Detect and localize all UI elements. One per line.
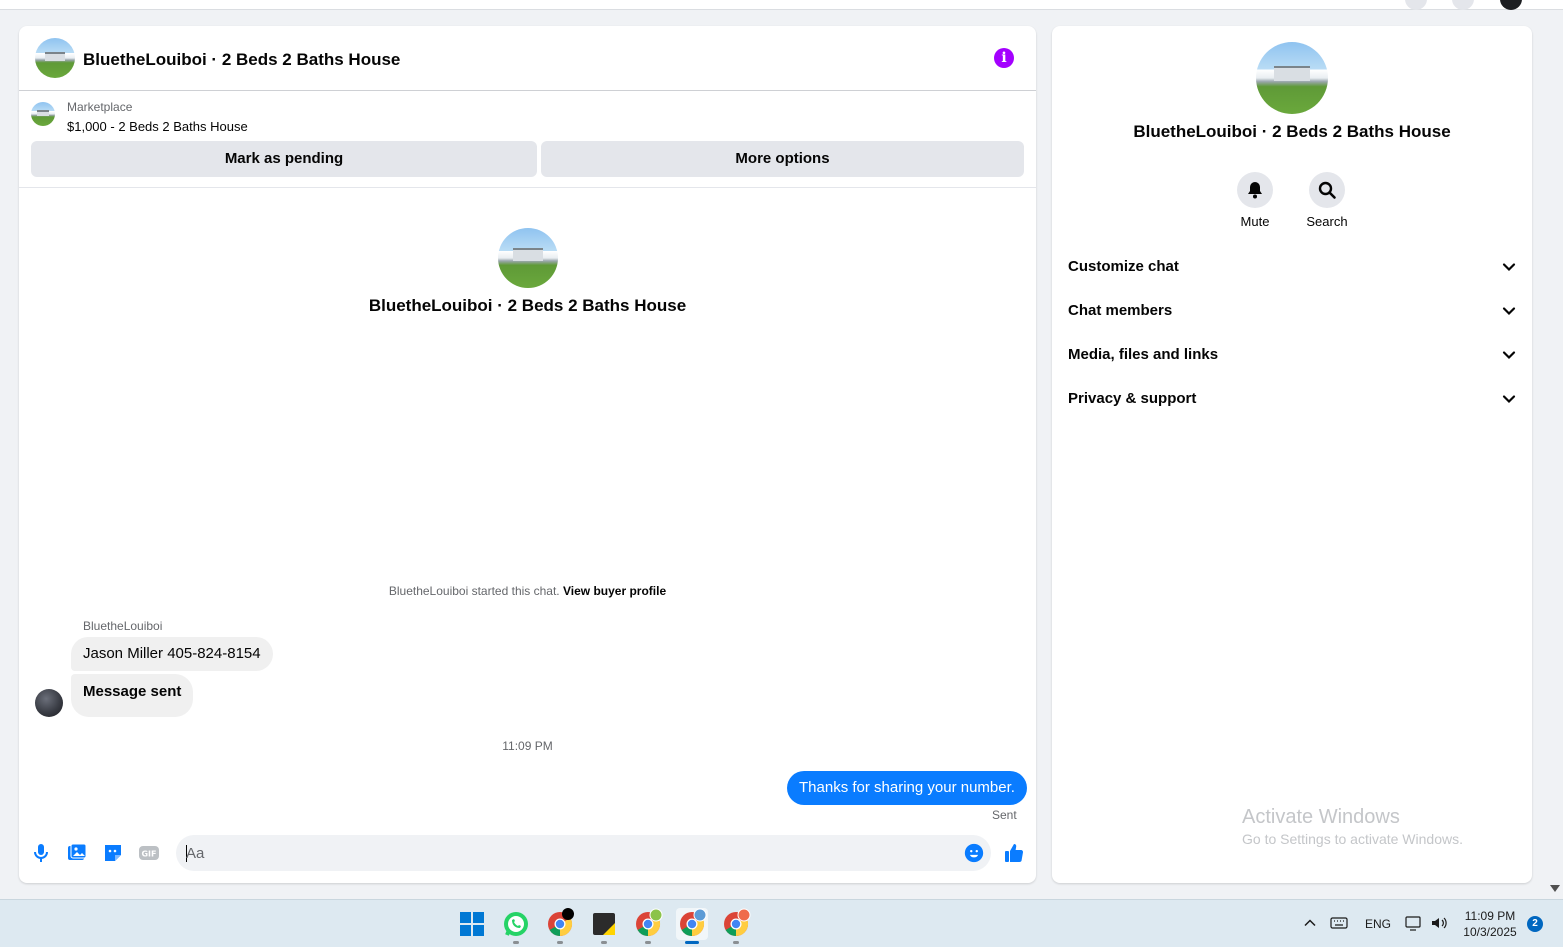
message-timestamp: 11:09 PM — [502, 739, 553, 753]
info-icon[interactable]: i — [994, 48, 1014, 68]
search-icon — [1318, 181, 1336, 199]
search-button[interactable] — [1309, 172, 1345, 208]
chat-members-section[interactable]: Chat members — [1060, 292, 1524, 332]
top-nav-button[interactable] — [1405, 0, 1427, 10]
sticker-icon[interactable] — [101, 841, 125, 865]
privacy-support-section[interactable]: Privacy & support — [1060, 380, 1524, 420]
chat-header: BluetheLouiboi · 2 Beds 2 Baths House i — [19, 26, 1036, 91]
view-buyer-profile-link[interactable]: View buyer profile — [563, 584, 666, 598]
listing-title[interactable]: $1,000 - 2 Beds 2 Baths House — [67, 119, 248, 134]
clock-time: 11:09 PM — [1464, 909, 1516, 923]
system-clock[interactable]: 11:09 PM 10/3/2025 — [1460, 908, 1520, 940]
chat-details-panel: BluetheLouiboi · 2 Beds 2 Baths House Mu… — [1052, 26, 1532, 883]
marketplace-label: Marketplace — [67, 100, 133, 114]
scroll-down-arrow[interactable] — [1550, 885, 1560, 892]
search-label: Search — [1306, 214, 1348, 229]
details-name: BluetheLouiboi · 2 Beds 2 Baths House — [1133, 122, 1451, 141]
network-icon[interactable] — [1405, 915, 1423, 931]
chat-avatar[interactable] — [35, 38, 75, 78]
running-indicator — [601, 941, 607, 944]
marketplace-listing-bar: Marketplace $1,000 - 2 Beds 2 Baths Hous… — [19, 92, 1036, 188]
language-indicator[interactable]: ENG — [1365, 917, 1391, 947]
running-indicator — [557, 941, 563, 944]
media-files-links-section[interactable]: Media, files and links — [1060, 336, 1524, 376]
running-indicator — [513, 941, 519, 944]
sender-avatar[interactable] — [35, 689, 63, 717]
started-text: BluetheLouiboi started this chat. — [388, 584, 560, 598]
section-label: Privacy & support — [1068, 390, 1197, 407]
intro-avatar[interactable] — [498, 228, 558, 288]
intro-name: BluetheLouiboi · 2 Beds 2 Baths House — [368, 296, 687, 315]
message-input[interactable] — [186, 835, 946, 871]
chevron-down-icon — [1502, 395, 1516, 404]
running-indicator — [645, 941, 651, 944]
details-avatar[interactable] — [1256, 42, 1328, 114]
outgoing-message[interactable]: Thanks for sharing your number. — [787, 771, 1027, 805]
keyboard-icon[interactable] — [1330, 916, 1348, 930]
incoming-message[interactable]: Message sent — [71, 674, 194, 717]
more-options-button[interactable]: More options — [541, 141, 1024, 177]
message-composer: GIF — [19, 831, 1036, 875]
section-label: Media, files and links — [1068, 346, 1219, 363]
chrome-profile-icon[interactable] — [720, 908, 752, 944]
top-nav-button[interactable] — [1452, 0, 1474, 10]
whatsapp-icon[interactable] — [500, 908, 532, 944]
incoming-message[interactable]: Jason Miller 405-824-8154 — [71, 637, 273, 671]
svg-text:GIF: GIF — [141, 850, 156, 859]
mute-action[interactable]: Mute — [1225, 172, 1285, 229]
windows-start-icon[interactable] — [456, 908, 488, 940]
running-indicator — [733, 941, 739, 944]
mark-as-pending-button[interactable]: Mark as pending — [31, 141, 537, 177]
watermark-subtitle: Go to Settings to activate Windows. — [1242, 831, 1463, 847]
photo-icon[interactable] — [65, 841, 89, 865]
mute-button[interactable] — [1237, 172, 1273, 208]
section-label: Chat members — [1068, 302, 1173, 319]
mute-label: Mute — [1240, 214, 1270, 229]
chrome-profile-icon[interactable] — [676, 908, 708, 944]
notification-badge[interactable]: 2 — [1527, 916, 1543, 932]
top-navigation-bar — [0, 0, 1563, 10]
microphone-icon[interactable] — [29, 841, 53, 865]
active-indicator — [685, 941, 699, 944]
message-input-wrapper — [176, 835, 991, 871]
chat-panel: BluetheLouiboi · 2 Beds 2 Baths House i … — [19, 26, 1036, 883]
emoji-icon[interactable] — [963, 842, 985, 864]
section-label: Customize chat — [1068, 258, 1179, 275]
gif-icon[interactable]: GIF — [137, 841, 161, 865]
chevron-down-icon — [1502, 307, 1516, 316]
chevron-down-icon — [1502, 351, 1516, 360]
search-action[interactable]: Search — [1297, 172, 1357, 229]
activate-windows-watermark: Activate Windows Go to Settings to activ… — [1242, 806, 1463, 847]
customize-chat-section[interactable]: Customize chat — [1060, 248, 1524, 288]
listing-thumbnail[interactable] — [31, 102, 55, 126]
sent-status: Sent — [992, 808, 1017, 822]
chat-title[interactable]: BluetheLouiboi · 2 Beds 2 Baths House — [83, 50, 400, 70]
chat-started-notice: BluetheLouiboi started this chat. View b… — [19, 584, 1036, 598]
clock-date: 10/3/2025 — [1463, 925, 1517, 939]
chrome-profile-icon[interactable] — [632, 908, 664, 944]
profile-avatar[interactable] — [1500, 0, 1522, 10]
chrome-icon[interactable] — [544, 908, 576, 944]
bell-icon — [1248, 182, 1262, 199]
windows-taskbar: ENG 11:09 PM 10/3/2025 2 — [0, 899, 1563, 947]
watermark-title: Activate Windows — [1242, 806, 1400, 828]
chevron-up-icon[interactable] — [1303, 916, 1317, 930]
sender-name: BluetheLouiboi — [83, 619, 163, 633]
thumbs-up-icon[interactable] — [1002, 841, 1026, 865]
volume-icon[interactable] — [1430, 915, 1448, 931]
sticky-notes-icon[interactable] — [588, 908, 620, 944]
chevron-down-icon — [1502, 263, 1516, 272]
